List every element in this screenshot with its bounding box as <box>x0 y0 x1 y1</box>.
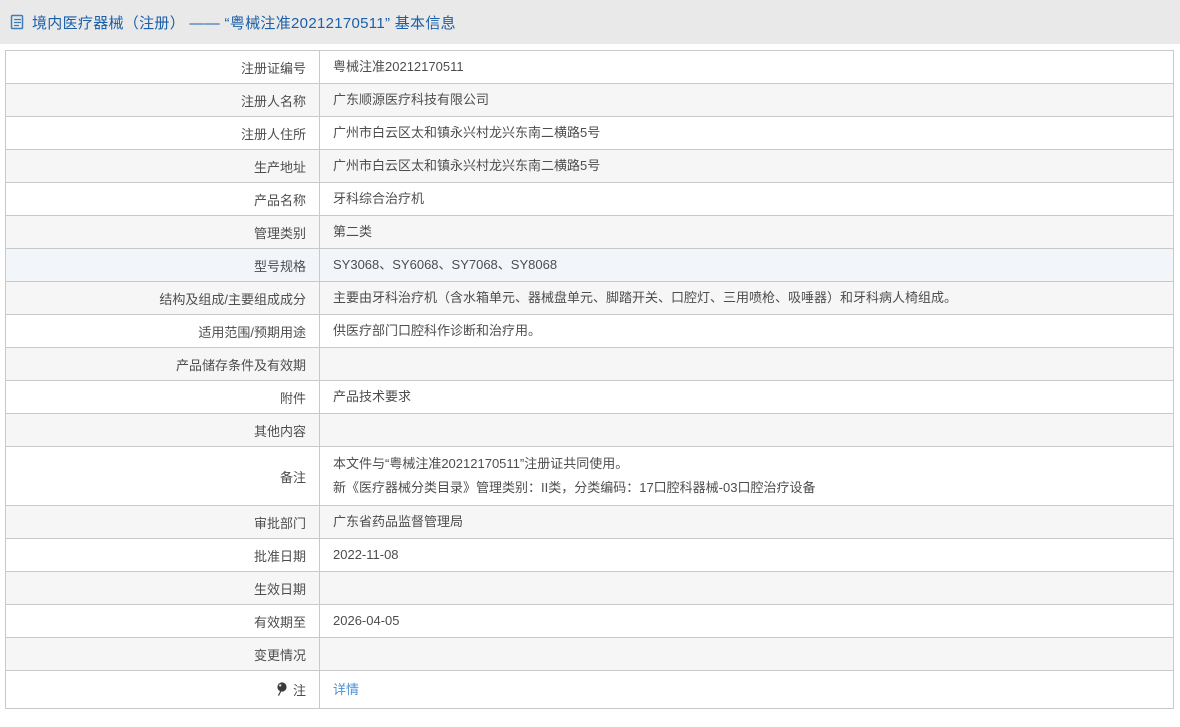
row-value: 广东省药品监督管理局 <box>320 506 1173 538</box>
row-label-cell: 型号规格 <box>6 249 320 281</box>
row-value <box>320 414 1173 446</box>
balloon-icon <box>276 682 288 697</box>
row-value: 广东顺源医疗科技有限公司 <box>320 84 1173 116</box>
table-row: 注册人名称 广东顺源医疗科技有限公司 <box>6 84 1173 117</box>
row-value: 广州市白云区太和镇永兴村龙兴东南二横路5号 <box>320 150 1173 182</box>
row-label: 变更情况 <box>254 645 306 664</box>
table-row: 型号规格 SY3068、SY6068、SY7068、SY8068 <box>6 249 1173 282</box>
row-label-cell: 附件 <box>6 381 320 413</box>
registration-detail-page: 境内医疗器械（注册） —— “粤械注准20212170511” 基本信息 注册证… <box>0 0 1180 727</box>
table-row: 适用范围/预期用途 供医疗部门口腔科作诊断和治疗用。 <box>6 315 1173 348</box>
row-label: 注册证编号 <box>241 58 306 77</box>
table-row: 注册人住所 广州市白云区太和镇永兴村龙兴东南二横路5号 <box>6 117 1173 150</box>
row-value: 产品技术要求 <box>320 381 1173 413</box>
table-row: 变更情况 <box>6 638 1173 671</box>
row-value: 2022-11-08 <box>320 539 1173 571</box>
row-value <box>320 572 1173 604</box>
row-label: 适用范围/预期用途 <box>198 322 306 341</box>
row-label-cell: 注册人住所 <box>6 117 320 149</box>
row-label-cell: 注册证编号 <box>6 51 320 83</box>
table-row: 附件 产品技术要求 <box>6 381 1173 414</box>
row-value: 详情 <box>320 671 1173 708</box>
row-label: 注册人住所 <box>241 124 306 143</box>
row-value <box>320 638 1173 670</box>
row-label-cell: 审批部门 <box>6 506 320 538</box>
row-value: 第二类 <box>320 216 1173 248</box>
table-row: 产品储存条件及有效期 <box>6 348 1173 381</box>
row-value: SY3068、SY6068、SY7068、SY8068 <box>320 249 1173 281</box>
row-value: 牙科综合治疗机 <box>320 183 1173 215</box>
row-value-line: 新《医疗器械分类目录》管理类别：II类，分类编码：17口腔科器械-03口腔治疗设… <box>333 476 1163 500</box>
row-label: 注 <box>293 680 306 699</box>
table-row: 生效日期 <box>6 572 1173 605</box>
table-row: 注册证编号 粤械注准20212170511 <box>6 51 1173 84</box>
table-row: 产品名称 牙科综合治疗机 <box>6 183 1173 216</box>
row-label: 附件 <box>280 388 306 407</box>
row-label: 型号规格 <box>254 256 306 275</box>
row-label-cell: 产品名称 <box>6 183 320 215</box>
row-label: 生产地址 <box>254 157 306 176</box>
page-header: 境内医疗器械（注册） —— “粤械注准20212170511” 基本信息 <box>0 0 1180 44</box>
row-value: 主要由牙科治疗机（含水箱单元、器械盘单元、脚踏开关、口腔灯、三用喷枪、吸唾器）和… <box>320 282 1173 314</box>
details-link[interactable]: 详情 <box>333 680 1163 700</box>
table-row: 注 详情 <box>6 671 1173 708</box>
row-label: 注册人名称 <box>241 91 306 110</box>
row-label-cell: 结构及组成/主要组成成分 <box>6 282 320 314</box>
table-row: 审批部门 广东省药品监督管理局 <box>6 506 1173 539</box>
document-icon <box>10 14 25 30</box>
row-label: 审批部门 <box>254 513 306 532</box>
row-value-line: 本文件与“粤械注准20212170511”注册证共同使用。 <box>333 452 1163 476</box>
row-label-cell: 管理类别 <box>6 216 320 248</box>
row-label-cell: 适用范围/预期用途 <box>6 315 320 347</box>
table-row: 批准日期 2022-11-08 <box>6 539 1173 572</box>
table-row: 有效期至 2026-04-05 <box>6 605 1173 638</box>
row-label: 其他内容 <box>254 421 306 440</box>
row-label-cell: 注 <box>6 671 320 708</box>
row-label-cell: 备注 <box>6 447 320 505</box>
row-label-cell: 生产地址 <box>6 150 320 182</box>
row-value: 2026-04-05 <box>320 605 1173 637</box>
row-label-cell: 批准日期 <box>6 539 320 571</box>
table-row: 管理类别 第二类 <box>6 216 1173 249</box>
row-label-cell: 有效期至 <box>6 605 320 637</box>
row-label-cell: 生效日期 <box>6 572 320 604</box>
row-label-cell: 注册人名称 <box>6 84 320 116</box>
row-label-cell: 其他内容 <box>6 414 320 446</box>
row-label-cell: 产品储存条件及有效期 <box>6 348 320 380</box>
info-table: 注册证编号 粤械注准20212170511 注册人名称 广东顺源医疗科技有限公司… <box>5 50 1174 709</box>
table-row: 备注 本文件与“粤械注准20212170511”注册证共同使用。新《医疗器械分类… <box>6 447 1173 506</box>
table-row: 其他内容 <box>6 414 1173 447</box>
row-label: 批准日期 <box>254 546 306 565</box>
table-row: 结构及组成/主要组成成分 主要由牙科治疗机（含水箱单元、器械盘单元、脚踏开关、口… <box>6 282 1173 315</box>
row-label: 产品储存条件及有效期 <box>176 355 306 374</box>
row-label: 管理类别 <box>254 223 306 242</box>
row-label: 备注 <box>280 467 306 486</box>
row-value: 本文件与“粤械注准20212170511”注册证共同使用。新《医疗器械分类目录》… <box>320 447 1173 505</box>
row-value: 粤械注准20212170511 <box>320 51 1173 83</box>
table-row: 生产地址 广州市白云区太和镇永兴村龙兴东南二横路5号 <box>6 150 1173 183</box>
row-label: 生效日期 <box>254 579 306 598</box>
row-label: 产品名称 <box>254 190 306 209</box>
row-label: 有效期至 <box>254 612 306 631</box>
row-value <box>320 348 1173 380</box>
row-label: 结构及组成/主要组成成分 <box>159 289 306 308</box>
page-title: 境内医疗器械（注册） —— “粤械注准20212170511” 基本信息 <box>32 12 456 33</box>
row-value: 供医疗部门口腔科作诊断和治疗用。 <box>320 315 1173 347</box>
row-value: 广州市白云区太和镇永兴村龙兴东南二横路5号 <box>320 117 1173 149</box>
row-label-cell: 变更情况 <box>6 638 320 670</box>
